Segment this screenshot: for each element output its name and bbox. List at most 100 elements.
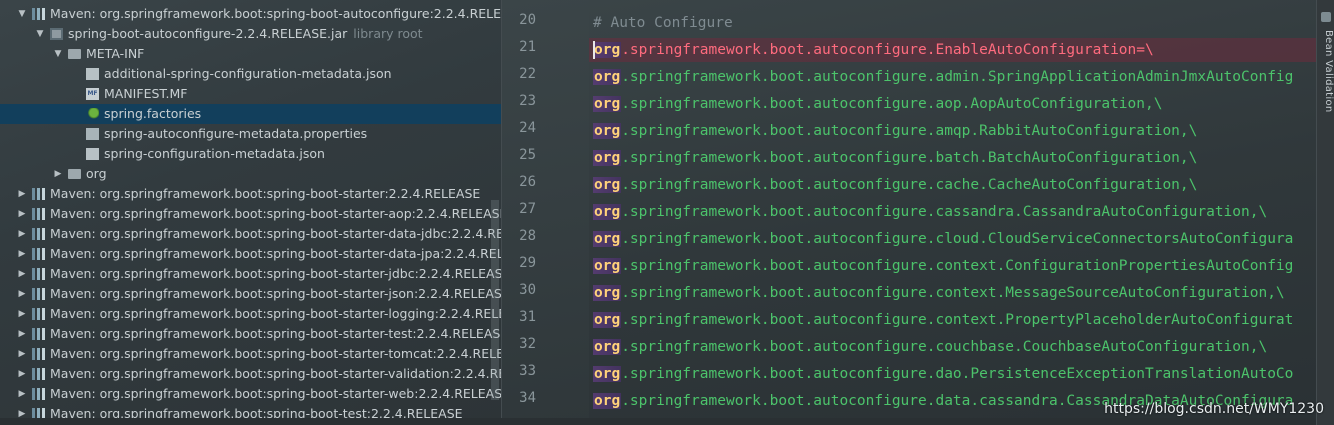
text-cursor [593,41,595,59]
tree-item-text: org [86,166,107,181]
tree-item-text: spring-boot-autoconfigure-2.2.4.RELEASE.… [68,26,348,41]
comment-line[interactable]: # Auto Configure [593,11,733,35]
tree-item[interactable]: ▼ Maven: org.springframework.boot:spring-… [0,4,501,24]
json-file-icon [86,148,99,160]
line-number: 34 [519,390,536,406]
tree-item-label: Maven: org.springframework.boot:spring-b… [50,384,501,404]
tree-item[interactable]: ▶ Maven: org.springframework.boot:spring-… [0,184,501,204]
expanded-arrow-icon[interactable]: ▼ [16,4,28,24]
tree-item-text: Maven: org.springframework.boot:spring-b… [50,186,481,201]
tree-item-label: Maven: org.springframework.boot:spring-b… [50,264,501,284]
tree-item-text: Maven: org.springframework.boot:spring-b… [50,266,501,281]
tree-item[interactable]: spring.factories [0,104,501,124]
property-value: .springframework.boot.autoconfigure.batc… [621,150,1198,166]
code-line[interactable]: org.springframework.boot.autoconfigure.c… [593,281,1285,305]
tree-item[interactable]: ▼ META-INF [0,44,501,64]
tree-item[interactable]: ▶ Maven: org.springframework.boot:spring-… [0,244,501,264]
tree-item-text: Maven: org.springframework.boot:spring-b… [50,6,501,21]
bean-validation-icon[interactable] [1321,12,1331,22]
tree-item-text: Maven: org.springframework.boot:spring-b… [50,386,501,401]
tree-item[interactable]: ▶ Maven: org.springframework.boot:spring-… [0,264,501,284]
horizontal-scrollbar[interactable] [0,418,1316,425]
collapsed-arrow-icon[interactable]: ▶ [16,264,28,284]
code-line[interactable]: org.springframework.boot.autoconfigure.b… [593,146,1197,170]
spring-factories-icon [86,108,99,120]
tree-item[interactable]: ▶ Maven: org.springframework.boot:spring-… [0,324,501,344]
property-value: .springframework.boot.autoconfigure.amqp… [621,123,1198,139]
tree-item[interactable]: ▶ Maven: org.springframework.boot:spring-… [0,384,501,404]
code-line[interactable]: org.springframework.boot.autoconfigure.c… [593,254,1293,278]
tree-item-text: Maven: org.springframework.boot:spring-b… [50,246,501,261]
code-line[interactable]: org.springframework.boot.autoconfigure.c… [593,227,1293,251]
code-line[interactable]: org.springframework.boot.autoconfigure.c… [593,335,1267,359]
property-value: .springframework.boot.autoconfigure.cont… [621,312,1294,328]
project-tree[interactable]: ▼ Maven: org.springframework.boot:spring-… [0,0,501,425]
property-value: .springframework.boot.autoconfigure.cont… [621,285,1285,301]
tree-item[interactable]: ▶ Maven: org.springframework.boot:spring-… [0,284,501,304]
tree-item-label: Maven: org.springframework.boot:spring-b… [50,4,501,24]
tree-item[interactable]: ▶ Maven: org.springframework.boot:spring-… [0,224,501,244]
collapsed-arrow-icon[interactable]: ▶ [16,244,28,264]
line-number: 22 [519,66,536,82]
code-line[interactable]: org.springframework.boot.autoconfigure.a… [593,65,1293,89]
bean-validation-tab[interactable]: Bean Validation [1318,30,1334,113]
code-line[interactable]: org.springframework.boot.autoconfigure.d… [593,362,1293,386]
tree-item-text: spring.factories [104,106,202,121]
package-prefix: org [593,393,622,409]
project-tree-scrollbar[interactable] [491,200,499,400]
collapsed-arrow-icon[interactable]: ▶ [52,164,64,184]
collapsed-arrow-icon[interactable]: ▶ [16,284,28,304]
property-value: .springframework.boot.autoconfigure.couc… [621,339,1268,355]
tree-item-label: Maven: org.springframework.boot:spring-b… [50,244,501,264]
jar-icon [50,28,63,40]
line-number: 29 [519,255,536,271]
tree-item[interactable]: ▶ Maven: org.springframework.boot:spring-… [0,364,501,384]
property-value: .springframework.boot.autoconfigure.clou… [621,231,1294,247]
line-number: 21 [519,39,536,55]
property-value: .springframework.boot.autoconfigure.aop.… [621,96,1163,112]
tree-item[interactable]: spring-configuration-metadata.json [0,144,501,164]
code-line[interactable]: org.springframework.boot.autoconfigure.c… [593,173,1197,197]
tree-item[interactable]: spring-autoconfigure-metadata.properties [0,124,501,144]
tree-item-label: Maven: org.springframework.boot:spring-b… [50,284,501,304]
collapsed-arrow-icon[interactable]: ▶ [16,184,28,204]
tree-item-label: additional-spring-configuration-metadata… [104,64,392,84]
maven-library-icon [32,328,45,340]
line-number: 20 [519,12,536,28]
collapsed-arrow-icon[interactable]: ▶ [16,224,28,244]
expanded-arrow-icon[interactable]: ▼ [34,24,46,44]
code-line[interactable]: org.springframework.boot.autoconfigure.a… [593,119,1197,143]
line-number: 25 [519,147,536,163]
tree-item-label: Maven: org.springframework.boot:spring-b… [50,344,501,364]
package-prefix: org [593,69,622,85]
tree-item-text: Maven: org.springframework.boot:spring-b… [50,346,501,361]
line-number: 30 [519,282,536,298]
code-line[interactable]: org.springframework.boot.autoconfigure.c… [593,308,1293,332]
code-line[interactable]: org.springframework.boot.autoconfigure.c… [593,200,1267,224]
collapsed-arrow-icon[interactable]: ▶ [16,204,28,224]
manifest-file-icon: MF [86,88,99,100]
tree-item[interactable]: ▼ spring-boot-autoconfigure-2.2.4.RELEASE… [0,24,501,44]
collapsed-arrow-icon[interactable]: ▶ [16,364,28,384]
tree-item-label: Maven: org.springframework.boot:spring-b… [50,304,501,324]
code-line[interactable]: org.springframework.boot.autoconfigure.a… [593,92,1162,116]
tree-item[interactable]: additional-spring-configuration-metadata… [0,64,501,84]
tree-item[interactable]: MF MANIFEST.MF [0,84,501,104]
collapsed-arrow-icon[interactable]: ▶ [16,304,28,324]
collapsed-arrow-icon[interactable]: ▶ [16,324,28,344]
tree-item-label: spring-autoconfigure-metadata.properties [104,124,367,144]
tree-item-text: Maven: org.springframework.boot:spring-b… [50,206,501,221]
collapsed-arrow-icon[interactable]: ▶ [16,384,28,404]
tree-item[interactable]: ▶ Maven: org.springframework.boot:spring-… [0,204,501,224]
tree-item[interactable]: ▶ org [0,164,501,184]
code-editor[interactable]: # Auto Configure org.springframework.boot… [589,0,1316,425]
collapsed-arrow-icon[interactable]: ▶ [16,344,28,364]
maven-library-icon [32,288,45,300]
tree-item[interactable]: ▶ Maven: org.springframework.boot:spring-… [0,304,501,324]
tree-item[interactable]: ▶ Maven: org.springframework.boot:spring-… [0,344,501,364]
maven-library-icon [32,228,45,240]
tree-item-label: Maven: org.springframework.boot:spring-b… [50,184,480,204]
expanded-arrow-icon[interactable]: ▼ [52,44,64,64]
code-line[interactable]: org.springframework.boot.autoconfigure.E… [589,38,1316,62]
tree-item-label: spring-configuration-metadata.json [104,144,325,164]
